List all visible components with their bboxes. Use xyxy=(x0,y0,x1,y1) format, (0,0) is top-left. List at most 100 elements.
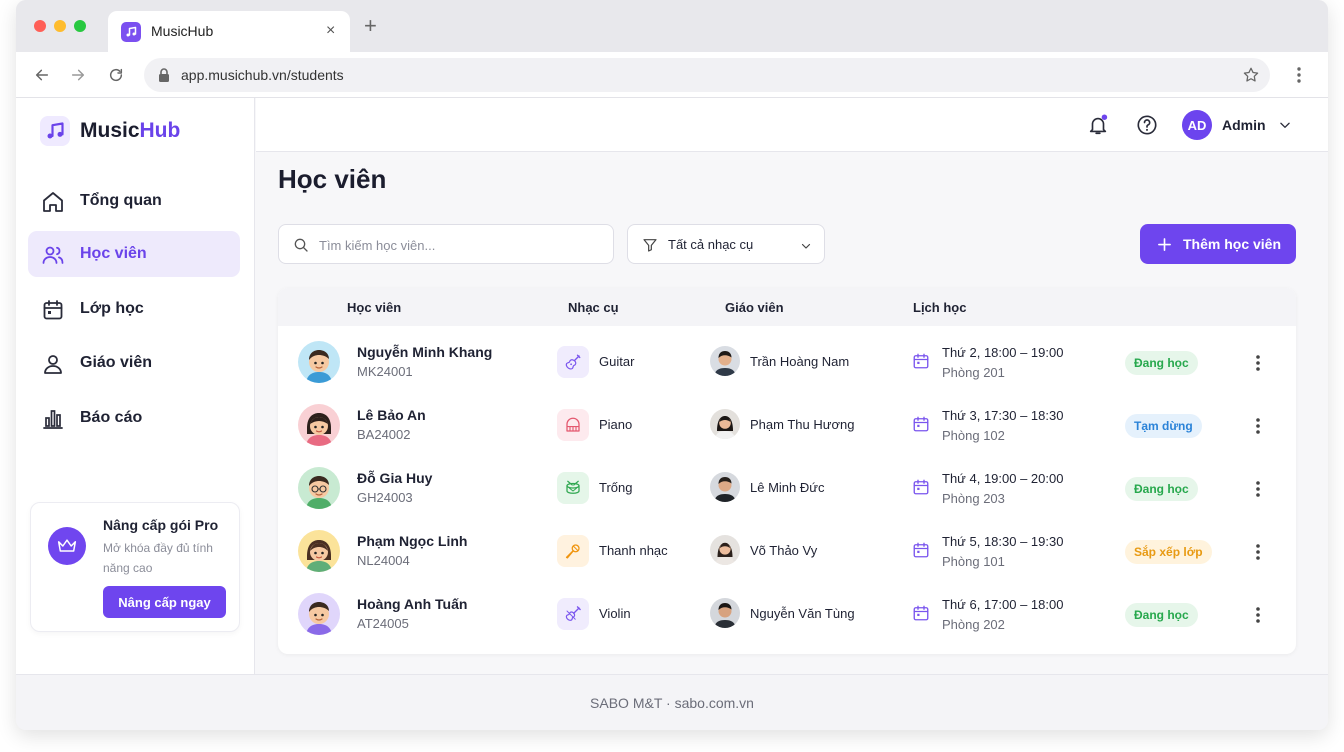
calendar-icon xyxy=(912,415,930,438)
student-avatar xyxy=(298,404,340,446)
student-code: AT24005 xyxy=(357,616,409,631)
student-name[interactable]: Đỗ Gia Huy xyxy=(357,470,432,486)
table-row[interactable]: Nguyễn Minh Khang MK24001 Guitar Trần Ho… xyxy=(278,332,1296,395)
maximize-window-dot[interactable] xyxy=(74,20,86,32)
microphone-icon xyxy=(557,535,589,567)
calendar-icon xyxy=(912,541,930,564)
instrument-name: Thanh nhạc xyxy=(599,543,668,558)
student-name[interactable]: Lê Bảo An xyxy=(357,407,426,423)
teacher-name: Lê Minh Đức xyxy=(750,480,825,495)
table-row[interactable]: Hoàng Anh Tuấn AT24005 Violin Nguyễn Văn… xyxy=(278,584,1296,647)
add-student-button[interactable]: Thêm học viên xyxy=(1140,224,1296,264)
user-avatar[interactable]: AD xyxy=(1182,110,1212,140)
browser-menu-icon[interactable] xyxy=(1292,65,1306,90)
sidebar-item-reports[interactable]: Báo cáo xyxy=(28,395,240,441)
row-menu-icon[interactable] xyxy=(1254,542,1262,567)
schedule-room: Phòng 102 xyxy=(942,428,1005,443)
teacher-avatar xyxy=(710,346,740,376)
student-code: GH24003 xyxy=(357,490,413,505)
sidebar-item-classes[interactable]: Lớp học xyxy=(28,286,240,332)
row-menu-icon[interactable] xyxy=(1254,605,1262,630)
page-title: Học viên xyxy=(278,164,387,194)
student-avatar xyxy=(298,530,340,572)
chevron-down-icon xyxy=(800,239,812,257)
browser-window: MusicHub × + app.musichub.vn/students Mu… xyxy=(16,0,1328,730)
schedule-time: Thứ 2, 18:00 – 19:00 xyxy=(942,345,1064,360)
table-row[interactable]: Lê Bảo An BA24002 Piano Phạm Thu Hương T… xyxy=(278,395,1296,458)
sidebar-item-label: Báo cáo xyxy=(80,409,143,426)
filter-selected-value: Tất cả nhạc cụ xyxy=(668,237,754,252)
piano-icon xyxy=(557,409,589,441)
url-text: app.musichub.vn/students xyxy=(181,67,344,83)
table-row[interactable]: Phạm Ngọc Linh NL24004 Thanh nhạc Võ Thả… xyxy=(278,521,1296,584)
search-input[interactable] xyxy=(319,235,599,255)
new-tab-icon[interactable]: + xyxy=(364,15,377,37)
footer-text: SABO M&T · sabo.com.vn xyxy=(590,695,754,711)
chevron-down-icon[interactable] xyxy=(1278,118,1292,137)
schedule-time: Thứ 4, 19:00 – 20:00 xyxy=(942,471,1064,486)
user-name[interactable]: Admin xyxy=(1222,117,1266,133)
row-menu-icon[interactable] xyxy=(1254,353,1262,378)
music-note-icon xyxy=(121,22,141,42)
bookmark-star-icon[interactable] xyxy=(1242,66,1260,89)
address-bar: app.musichub.vn/students xyxy=(16,52,1328,98)
browser-tab[interactable]: MusicHub × xyxy=(108,11,350,52)
calendar-icon xyxy=(43,300,63,320)
column-header-teacher: Giáo viên xyxy=(725,300,784,315)
student-code: NL24004 xyxy=(357,553,410,568)
status-badge: Tạm dừng xyxy=(1125,414,1202,438)
close-window-dot[interactable] xyxy=(34,20,46,32)
schedule-room: Phòng 203 xyxy=(942,491,1005,506)
student-name[interactable]: Nguyễn Minh Khang xyxy=(357,344,492,360)
student-avatar xyxy=(298,593,340,635)
forward-arrow-icon[interactable] xyxy=(68,65,88,85)
top-bar: AD Admin xyxy=(256,98,1328,152)
row-menu-icon[interactable] xyxy=(1254,479,1262,504)
sidebar-item-overview[interactable]: Tổng quan xyxy=(28,178,240,224)
column-header-instrument: Nhạc cụ xyxy=(568,300,619,315)
schedule-room: Phòng 202 xyxy=(942,617,1005,632)
teacher-avatar xyxy=(710,598,740,628)
page-footer: SABO M&T · sabo.com.vn xyxy=(16,674,1328,730)
student-code: BA24002 xyxy=(357,427,411,442)
brand-logo[interactable]: MusicHub xyxy=(40,116,180,146)
student-name[interactable]: Hoàng Anh Tuấn xyxy=(357,596,467,612)
help-icon[interactable] xyxy=(1136,114,1158,141)
url-field[interactable]: app.musichub.vn/students xyxy=(144,58,1270,92)
teacher-avatar xyxy=(710,409,740,439)
instrument-name: Violin xyxy=(599,606,631,621)
table-row[interactable]: Đỗ Gia Huy GH24003 Trống Lê Minh Đức Thứ… xyxy=(278,458,1296,521)
student-code: MK24001 xyxy=(357,364,413,379)
calendar-icon xyxy=(912,604,930,627)
status-badge: Đang học xyxy=(1125,603,1198,627)
instrument-name: Piano xyxy=(599,417,633,432)
sidebar-item-teachers[interactable]: Giáo viên xyxy=(28,340,240,386)
sidebar: MusicHub Tổng quan Học viên Lớp học Giáo… xyxy=(16,98,255,674)
reload-icon[interactable] xyxy=(106,65,126,85)
upgrade-button[interactable]: Nâng cấp ngay xyxy=(103,586,226,618)
upgrade-title: Nâng cấp gói Pro xyxy=(103,517,219,533)
row-menu-icon[interactable] xyxy=(1254,416,1262,441)
sidebar-item-students[interactable]: Học viên xyxy=(28,231,240,277)
teacher-name: Trần Hoàng Nam xyxy=(750,354,850,369)
instrument-filter-dropdown[interactable]: Tất cả nhạc cụ xyxy=(627,224,825,264)
teacher-name: Phạm Thu Hương xyxy=(750,417,855,432)
notification-bell-icon[interactable] xyxy=(1087,114,1109,141)
status-badge: Đang học xyxy=(1125,477,1198,501)
minimize-window-dot[interactable] xyxy=(54,20,66,32)
music-note-icon xyxy=(40,116,70,146)
instrument-name: Trống xyxy=(599,480,633,495)
sidebar-item-label: Lớp học xyxy=(80,300,144,317)
search-icon xyxy=(293,237,309,258)
teacher-name: Nguyễn Văn Tùng xyxy=(750,606,855,621)
search-box[interactable] xyxy=(278,224,614,264)
schedule-room: Phòng 201 xyxy=(942,365,1005,380)
schedule-time: Thứ 6, 17:00 – 18:00 xyxy=(942,597,1064,612)
student-name[interactable]: Phạm Ngọc Linh xyxy=(357,533,467,549)
back-arrow-icon[interactable] xyxy=(32,65,52,85)
tab-close-icon[interactable]: × xyxy=(326,22,335,40)
status-badge: Sắp xếp lớp xyxy=(1125,540,1212,564)
column-header-student: Học viên xyxy=(347,300,402,315)
browser-titlebar: MusicHub × + xyxy=(16,0,1328,52)
teacher-name: Võ Thảo Vy xyxy=(750,543,818,558)
